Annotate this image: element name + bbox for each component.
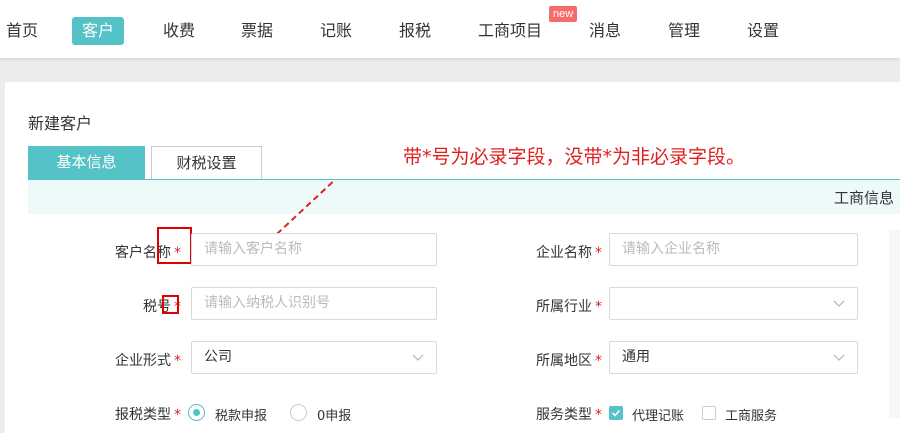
company-name-label: 企业名称 * bbox=[536, 245, 602, 261]
tax-type-option-label: 税款申报 bbox=[215, 409, 268, 424]
new-badge: new bbox=[549, 6, 578, 22]
company-form-label: 企业形式 * bbox=[115, 353, 181, 369]
required-mark: * bbox=[595, 353, 602, 369]
new-customer-panel: 新建客户 基本信息 财税设置 工商信息 带*号为必录字段，没带*为非必录字段。 … bbox=[5, 82, 900, 433]
required-mark: * bbox=[174, 407, 181, 423]
industry-select[interactable] bbox=[609, 287, 858, 320]
tax-id-input[interactable]: 请输入纳税人识别号 bbox=[191, 287, 437, 320]
nav-item-home[interactable]: 首页 bbox=[0, 17, 48, 45]
industry-label: 所属行业 * bbox=[536, 299, 602, 315]
service-type-checkbox-bookkeeping[interactable] bbox=[609, 406, 623, 420]
nav-item-fees[interactable]: 收费 bbox=[153, 17, 205, 45]
required-field-annotation: 带*号为必录字段，没带*为非必录字段。 bbox=[403, 146, 746, 168]
nav-item-customers[interactable]: 客户 bbox=[72, 17, 125, 45]
region-select[interactable]: 通用 bbox=[609, 341, 858, 374]
nav-item-business-projects[interactable]: 工商项目 bbox=[468, 17, 552, 45]
required-mark: * bbox=[174, 353, 181, 369]
required-mark: * bbox=[595, 299, 602, 315]
customer-name-input[interactable]: 请输入客户名称 bbox=[191, 233, 437, 266]
page-title: 新建客户 bbox=[28, 114, 93, 133]
service-type-option-label: 工商服务 bbox=[725, 409, 778, 424]
nav-item-management[interactable]: 管理 bbox=[658, 17, 710, 45]
highlight-box-small bbox=[162, 295, 179, 314]
nav-item-invoices[interactable]: 票据 bbox=[231, 17, 283, 45]
tax-type-label: 报税类型 * bbox=[115, 407, 181, 423]
required-mark: * bbox=[595, 245, 602, 261]
nav-item-settings[interactable]: 设置 bbox=[737, 17, 789, 45]
chevron-down-icon bbox=[412, 351, 424, 363]
section-title: 工商信息 bbox=[833, 189, 894, 207]
service-type-checkbox-business[interactable] bbox=[702, 406, 716, 420]
required-mark: * bbox=[595, 407, 602, 423]
nav-item-tax-filing[interactable]: 报税 bbox=[389, 17, 441, 45]
tax-type-option-label: 0申报 bbox=[317, 409, 352, 424]
chevron-down-icon bbox=[833, 351, 845, 363]
top-navigation: 首页 客户 收费 票据 记账 报税 工商项目 new 消息 管理 设置 bbox=[0, 0, 900, 58]
company-name-input[interactable]: 请输入企业名称 bbox=[609, 233, 858, 266]
tax-type-radio-declare[interactable] bbox=[188, 404, 205, 421]
nav-item-bookkeeping[interactable]: 记账 bbox=[310, 17, 362, 45]
region-label: 所属地区 * bbox=[536, 353, 602, 369]
tax-type-radio-zero[interactable] bbox=[290, 404, 307, 421]
section-header: 工商信息 bbox=[28, 180, 900, 214]
tab-tax-settings[interactable]: 财税设置 bbox=[151, 146, 262, 180]
highlight-box bbox=[157, 227, 192, 264]
company-form-select[interactable]: 公司 bbox=[191, 341, 437, 374]
check-icon bbox=[611, 409, 621, 417]
service-type-label: 服务类型 * bbox=[536, 407, 602, 423]
side-panel-edge bbox=[889, 230, 900, 418]
tab-basic-info[interactable]: 基本信息 bbox=[28, 146, 145, 180]
nav-item-messages[interactable]: 消息 bbox=[579, 17, 631, 45]
chevron-down-icon bbox=[833, 297, 845, 309]
service-type-option-label: 代理记账 bbox=[632, 409, 685, 424]
